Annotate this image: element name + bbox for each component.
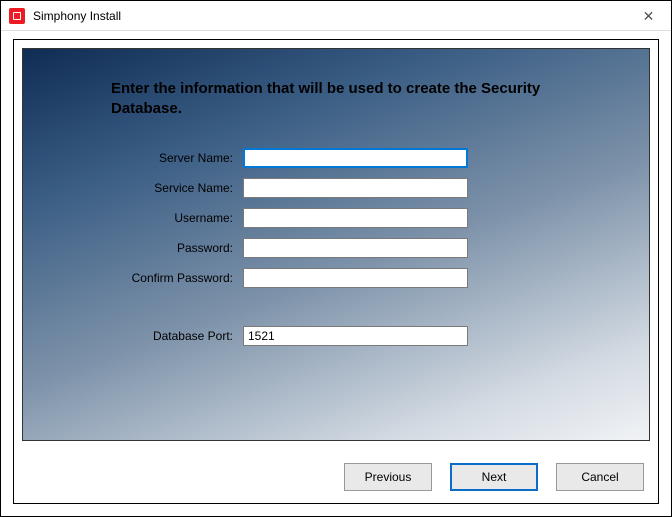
form-panel: Enter the information that will be used … (22, 48, 650, 441)
page-heading: Enter the information that will be used … (111, 79, 541, 120)
database-port-input[interactable] (243, 326, 468, 346)
content-panel: Enter the information that will be used … (13, 39, 659, 504)
window-title: Simphony Install (33, 9, 121, 23)
close-icon: ✕ (643, 8, 655, 25)
spacer (63, 298, 609, 326)
button-bar: Previous Next Cancel (344, 463, 644, 491)
oracle-icon (9, 8, 25, 24)
row-service-name: Service Name: (63, 178, 609, 198)
row-username: Username: (63, 208, 609, 228)
titlebar: Simphony Install ✕ (1, 1, 671, 31)
label-service-name: Service Name: (63, 181, 243, 195)
label-server-name: Server Name: (63, 151, 243, 165)
row-confirm-password: Confirm Password: (63, 268, 609, 288)
label-confirm-password: Confirm Password: (63, 271, 243, 285)
label-database-port: Database Port: (63, 329, 243, 343)
password-input[interactable] (243, 238, 468, 258)
username-input[interactable] (243, 208, 468, 228)
service-name-input[interactable] (243, 178, 468, 198)
row-password: Password: (63, 238, 609, 258)
label-password: Password: (63, 241, 243, 255)
label-username: Username: (63, 211, 243, 225)
row-server-name: Server Name: (63, 148, 609, 168)
cancel-button[interactable]: Cancel (556, 463, 644, 491)
confirm-password-input[interactable] (243, 268, 468, 288)
row-database-port: Database Port: (63, 326, 609, 346)
previous-button[interactable]: Previous (344, 463, 432, 491)
close-button[interactable]: ✕ (626, 1, 671, 31)
server-name-input[interactable] (243, 148, 468, 168)
next-button[interactable]: Next (450, 463, 538, 491)
installer-window: Simphony Install ✕ Enter the information… (0, 0, 672, 517)
